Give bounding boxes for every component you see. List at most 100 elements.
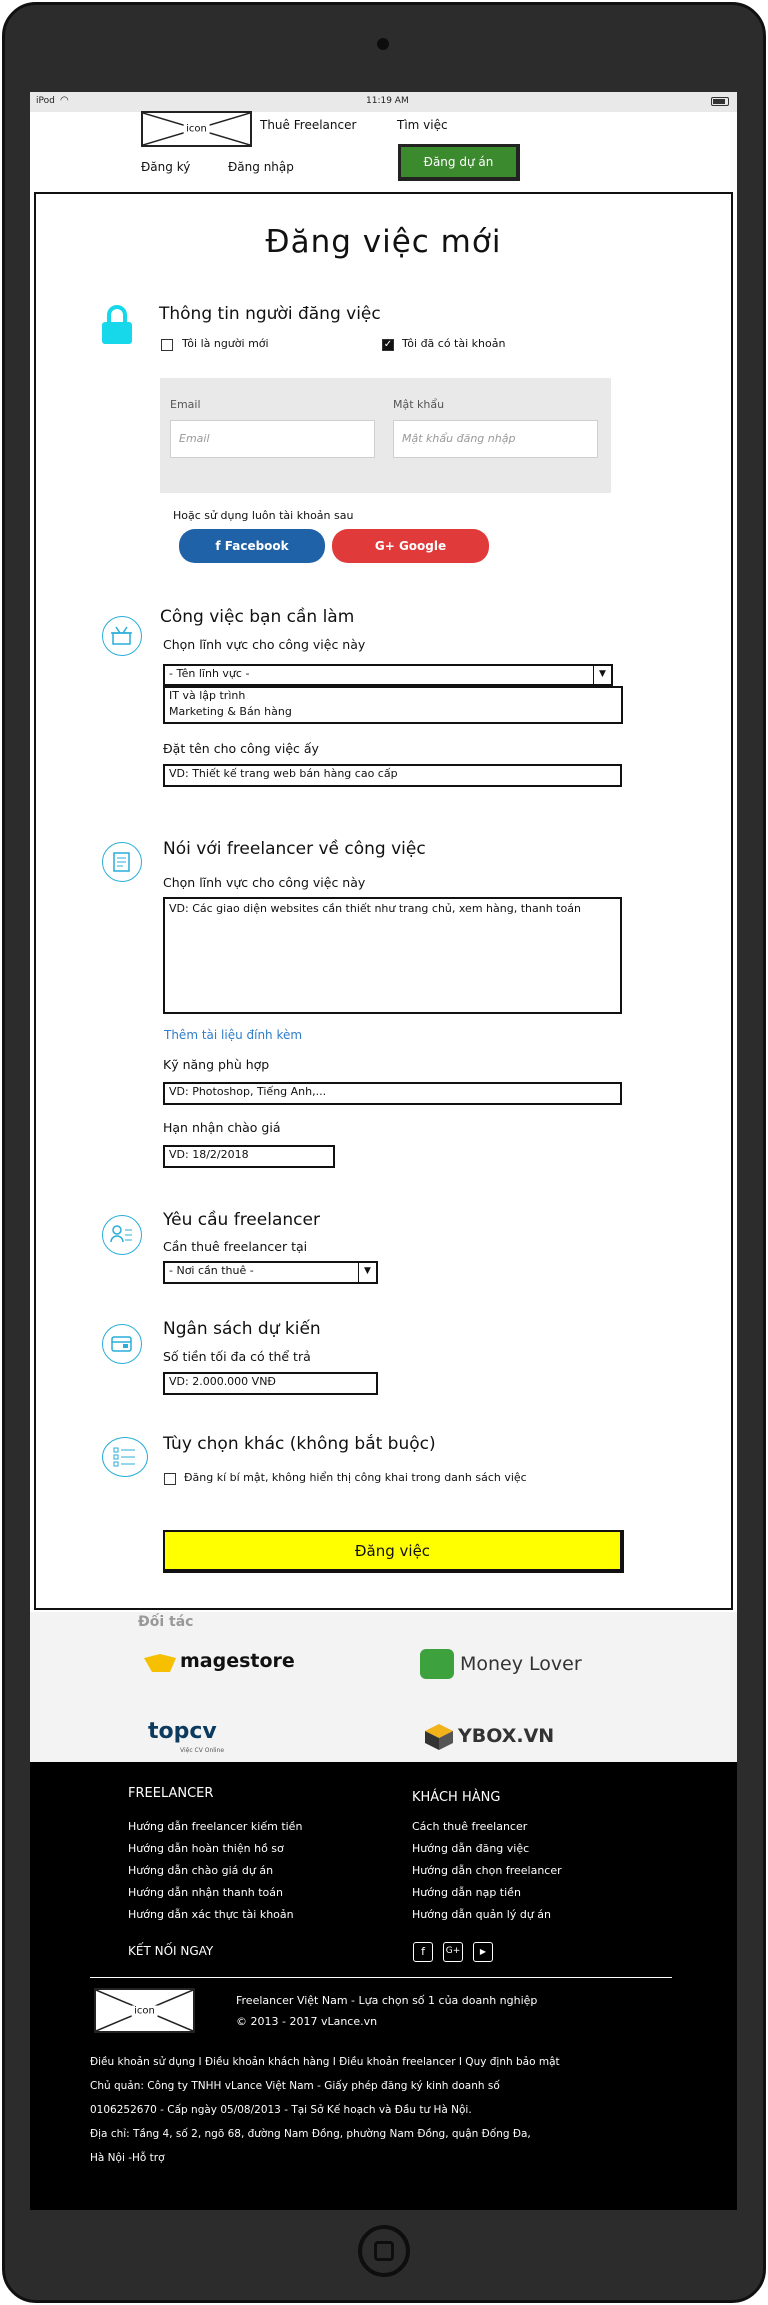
logo-label: icon — [183, 123, 210, 135]
battery-icon — [711, 97, 729, 106]
poster-section-title: Thông tin người đăng việc — [159, 304, 381, 324]
footer-terms-links[interactable]: Điều khoản sử dụng I Điều khoản khách hà… — [90, 2056, 560, 2068]
description-textarea[interactable]: VD: Các giao diện websites cần thiết như… — [163, 897, 622, 1014]
password-label: Mật khẩu — [393, 398, 445, 411]
nav-register[interactable]: Đăng ký — [141, 160, 190, 174]
lock-icon — [102, 304, 132, 344]
home-button-icon — [374, 2241, 394, 2261]
nav-find-job[interactable]: Tìm việc — [397, 118, 448, 132]
has-account-checkbox[interactable]: ✓ — [382, 339, 394, 351]
submit-job-button[interactable]: Đăng việc — [163, 1530, 624, 1573]
footer-freelancer-link[interactable]: Hướng dẫn freelancer kiếm tiền — [128, 1820, 302, 1833]
partner-ybox[interactable]: YBOX.VN — [458, 1725, 554, 1747]
carrier-label: iPod — [36, 96, 55, 106]
footer-freelancer-link[interactable]: Hướng dẫn hoàn thiện hồ sơ — [128, 1842, 284, 1855]
new-user-checkbox[interactable] — [161, 339, 173, 351]
status-bar: iPod ◠ 11:19 AM — [30, 92, 737, 112]
footer-client-link[interactable]: Hướng dẫn nạp tiền — [412, 1886, 521, 1899]
nav-login[interactable]: Đăng nhập — [228, 160, 294, 174]
partner-magestore[interactable]: magestore — [180, 1650, 295, 1672]
job-name-label: Đặt tên cho công việc ấy — [163, 741, 319, 756]
field-select-value: - Tên lĩnh vực - — [169, 667, 250, 680]
location-select-value: - Nơi cần thuê - — [169, 1264, 254, 1277]
partner-topcv[interactable]: topcv — [148, 1719, 217, 1744]
footer-logo-label: icon — [131, 2005, 158, 2016]
field-dropdown-list: IT và lập trình Marketing & Bán hàng — [163, 686, 623, 724]
partners-section: Đối tác magestore Money Lover topcv Việc… — [30, 1612, 737, 1762]
footer-client-link[interactable]: Cách thuê freelancer — [412, 1820, 527, 1833]
location-label: Cần thuê freelancer tại — [163, 1239, 308, 1254]
field-select[interactable]: - Tên lĩnh vực - ▼ — [163, 664, 613, 686]
deadline-label: Hạn nhận chào giá — [163, 1120, 281, 1135]
magestore-logo-icon — [140, 1652, 180, 1674]
footer-freelancer-link[interactable]: Hướng dẫn xác thực tài khoản — [128, 1908, 294, 1921]
partner-money-lover[interactable]: Money Lover — [460, 1653, 582, 1675]
footer-address: Địa chỉ: Tầng 4, số 2, ngõ 68, đường Nam… — [90, 2128, 531, 2140]
post-job-form: Đăng việc mới Thông tin người đăng việc … — [34, 192, 733, 1610]
site-logo[interactable]: icon — [141, 111, 252, 147]
field-option[interactable]: Marketing & Bán hàng — [165, 704, 621, 720]
has-account-label: Tôi đã có tài khoản — [402, 337, 506, 350]
footer-client-link[interactable]: Hướng dẫn đăng việc — [412, 1842, 529, 1855]
skills-input[interactable]: VD: Photoshop, Tiếng Anh,... — [163, 1082, 622, 1105]
options-section-title: Tùy chọn khác (không bắt buộc) — [163, 1434, 436, 1454]
post-project-button[interactable]: Đăng dự án — [398, 144, 520, 181]
camera — [377, 38, 389, 50]
footer-client-link[interactable]: Hướng dẫn chọn freelancer — [412, 1864, 562, 1877]
topcv-tagline: Việc CV Online — [180, 1747, 225, 1754]
google-label: Google — [398, 539, 447, 553]
user-list-icon — [102, 1215, 142, 1255]
email-label: Email — [170, 398, 201, 411]
private-post-label: Đăng kí bí mật, không hiển thị công khai… — [184, 1471, 527, 1484]
password-field[interactable]: Mật khẩu đăng nhập — [393, 420, 598, 458]
attach-file-link[interactable]: Thêm tài liệu đính kèm — [164, 1028, 302, 1042]
location-select[interactable]: - Nơi cần thuê - ▼ — [163, 1261, 378, 1284]
footer-logo[interactable]: icon — [94, 1988, 195, 2033]
site-footer: FREELANCER Hướng dẫn freelancer kiếm tiề… — [30, 1762, 737, 2210]
chevron-down-icon: ▼ — [593, 666, 611, 684]
job-name-input[interactable]: VD: Thiết kế trang web bán hàng cao cấp — [163, 764, 622, 787]
field-option[interactable]: IT và lập trình — [165, 688, 621, 704]
footer-address-support: Hà Nội -Hỗ trợ — [90, 2152, 165, 2164]
wifi-icon: ◠ — [60, 95, 69, 106]
private-post-checkbox[interactable] — [164, 1473, 176, 1485]
new-user-label: Tôi là người mới — [182, 337, 269, 350]
facebook-label: Facebook — [224, 539, 289, 553]
deadline-input[interactable]: VD: 18/2/2018 — [163, 1145, 335, 1168]
footer-owner: Chủ quản: Công ty TNHH vLance Việt Nam -… — [90, 2080, 500, 2092]
job-section-title: Công việc bạn cần làm — [160, 607, 355, 627]
footer-client-link[interactable]: Hướng dẫn quản lý dự án — [412, 1908, 551, 1921]
footer-tagline: Freelancer Việt Nam - Lựa chọn số 1 của … — [236, 1994, 538, 2007]
footer-freelancer-link[interactable]: Hướng dẫn nhận thanh toán — [128, 1886, 283, 1899]
footer-license: 0106252670 - Cấp ngày 05/08/2013 - Tại S… — [90, 2104, 472, 2116]
skills-label: Kỹ năng phù hợp — [163, 1057, 270, 1072]
document-icon — [102, 842, 142, 882]
facebook-login-button[interactable]: f Facebook — [179, 529, 325, 563]
footer-divider — [90, 1977, 672, 1978]
max-budget-input[interactable]: VD: 2.000.000 VNĐ — [163, 1372, 378, 1395]
money-lover-logo-icon — [420, 1649, 454, 1679]
nav-hire-freelancer[interactable]: Thuê Freelancer — [260, 118, 356, 132]
facebook-icon[interactable]: f — [413, 1942, 433, 1962]
footer-copyright: © 2013 - 2017 vLance.vn — [236, 2015, 378, 2028]
email-field[interactable]: Email — [170, 420, 375, 458]
description-label: Chọn lĩnh vực cho công việc này — [163, 875, 366, 890]
google-login-button[interactable]: G+ Google — [332, 529, 489, 563]
describe-section-title: Nói với freelancer về công việc — [163, 839, 426, 859]
login-panel: Email Email Mật khẩu Mật khẩu đăng nhập — [160, 378, 611, 493]
footer-freelancer-link[interactable]: Hướng dẫn chào giá dự án — [128, 1864, 273, 1877]
footer-freelancer-title: FREELANCER — [128, 1786, 214, 1801]
checklist-icon — [102, 1437, 148, 1477]
google-plus-icon[interactable]: G+ — [443, 1942, 463, 1962]
basket-icon — [102, 616, 142, 656]
google-icon: G+ — [374, 539, 399, 553]
chevron-down-icon: ▼ — [358, 1263, 376, 1282]
facebook-icon: f — [215, 539, 225, 553]
status-time: 11:19 AM — [366, 96, 409, 106]
connect-label: KẾT NỐI NGAY — [128, 1944, 214, 1958]
max-budget-label: Số tiền tối đa có thể trả — [163, 1349, 311, 1364]
youtube-icon[interactable]: ▶ — [473, 1942, 493, 1962]
wallet-icon — [102, 1324, 142, 1364]
page-title: Đăng việc mới — [265, 224, 502, 260]
require-section-title: Yêu cầu freelancer — [163, 1210, 320, 1230]
